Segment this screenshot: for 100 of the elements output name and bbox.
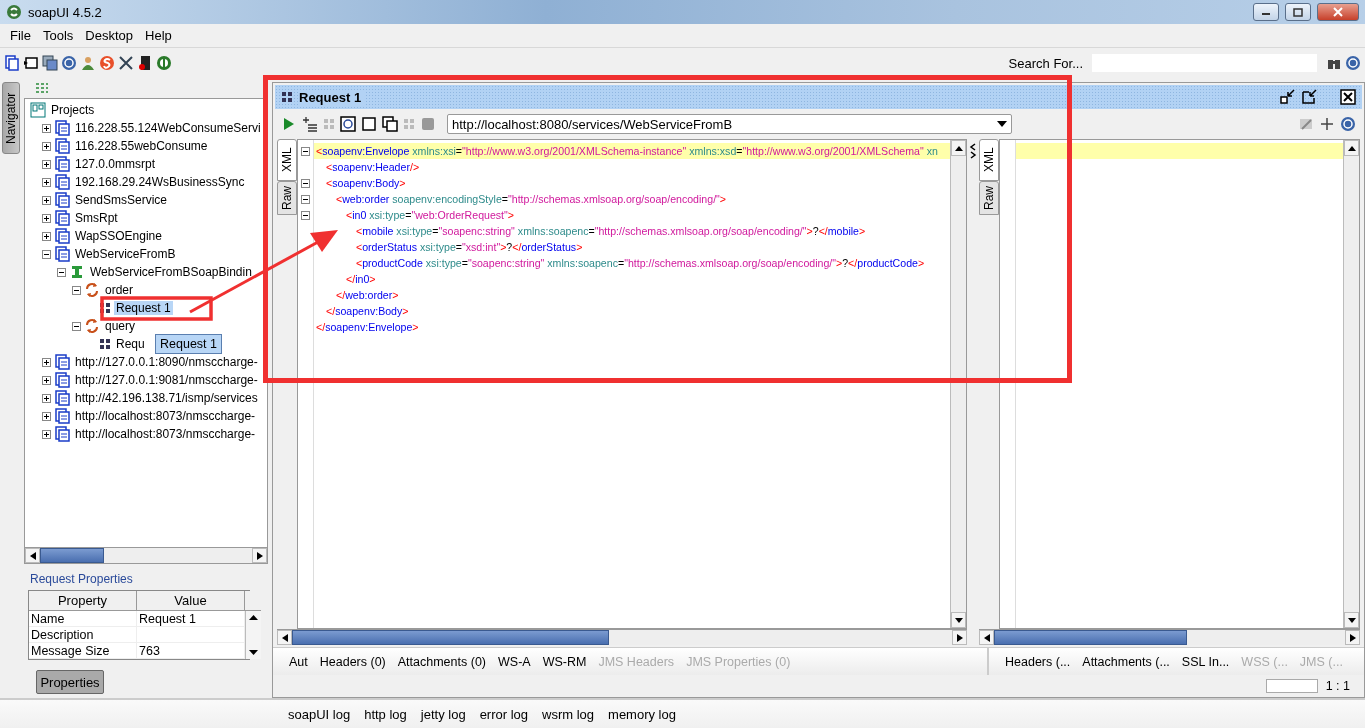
- log-tab[interactable]: jetty log: [420, 706, 466, 722]
- close-button[interactable]: [1317, 3, 1359, 21]
- expand-icon[interactable]: [42, 141, 51, 151]
- scroll-down-icon[interactable]: [954, 617, 963, 623]
- scroll-left-icon[interactable]: [281, 633, 288, 642]
- collapse-left-icon[interactable]: [969, 143, 977, 159]
- expand-icon[interactable]: [42, 177, 51, 187]
- scroll-right-icon[interactable]: [256, 551, 263, 560]
- vertical-scrollbar[interactable]: [950, 140, 966, 628]
- tree-item[interactable]: http://localhost:8073/nmsccharge-: [73, 409, 258, 423]
- expand-icon[interactable]: [42, 393, 51, 403]
- tree-item[interactable]: 116.228.55webConsume: [73, 139, 210, 153]
- scroll-right-icon[interactable]: [956, 633, 963, 642]
- copy-icon[interactable]: [382, 116, 398, 132]
- tree-item[interactable]: 192.168.29.24WsBusinessSync: [73, 175, 247, 189]
- tools-icon[interactable]: [118, 55, 134, 71]
- server-icon[interactable]: [137, 55, 153, 71]
- tree-item[interactable]: query: [103, 319, 138, 333]
- collapse-icon[interactable]: [72, 321, 81, 331]
- scroll-left-icon[interactable]: [29, 551, 36, 560]
- tree-item[interactable]: http://localhost:8073/nmsccharge-: [73, 427, 258, 441]
- tree-item[interactable]: Request 1: [114, 301, 173, 315]
- editor-tab[interactable]: Raw: [979, 181, 999, 215]
- add-line-icon[interactable]: [302, 116, 318, 132]
- menu-item[interactable]: Tools: [36, 28, 80, 43]
- tree-item[interactable]: 127.0.0mmsrpt: [73, 157, 158, 171]
- editor-tab[interactable]: Headers (0): [319, 654, 386, 669]
- tree-item[interactable]: Requ: [114, 337, 147, 351]
- plus-icon[interactable]: [1319, 116, 1335, 132]
- tree-item[interactable]: WebServiceFromBSoapBindin: [88, 265, 254, 279]
- expand-icon[interactable]: [42, 411, 51, 421]
- scroll-left-icon[interactable]: [983, 633, 990, 642]
- tree-item[interactable]: http://42.196.138.71/ismp/services: [73, 391, 260, 405]
- vertical-scrollbar[interactable]: [1343, 140, 1359, 628]
- log-tab[interactable]: http log: [364, 706, 407, 722]
- undock-icon[interactable]: [1302, 89, 1318, 105]
- scroll-right-icon[interactable]: [1349, 633, 1356, 642]
- tree-item[interactable]: WebServiceFromB: [73, 247, 178, 261]
- collapse-icon[interactable]: [57, 267, 66, 277]
- menu-item[interactable]: Help: [139, 28, 178, 43]
- log-tab[interactable]: memory log: [608, 706, 676, 722]
- expand-icon[interactable]: [42, 375, 51, 385]
- collapse-icon[interactable]: [72, 285, 81, 295]
- format-icon[interactable]: [1298, 116, 1314, 132]
- editor-tab[interactable]: WS-RM: [542, 654, 587, 669]
- xml-editor[interactable]: [297, 139, 967, 629]
- fold-icon[interactable]: [301, 146, 310, 156]
- list-icon[interactable]: [34, 80, 50, 96]
- menu-item[interactable]: Desktop: [79, 28, 139, 43]
- refresh-icon[interactable]: [340, 116, 356, 132]
- new-document-icon[interactable]: [4, 55, 20, 71]
- editor-tab[interactable]: Attachments (0): [397, 654, 486, 669]
- editor-tab[interactable]: Raw: [277, 181, 297, 215]
- expand-icon[interactable]: [42, 123, 51, 133]
- navigator-tab[interactable]: Navigator: [2, 82, 20, 154]
- editor-tab[interactable]: WS-A: [498, 654, 531, 669]
- editor-tab[interactable]: XML: [277, 139, 297, 181]
- logo-icon[interactable]: [99, 55, 115, 71]
- tree-item[interactable]: http://127.0.0.1:8090/nmsccharge-: [73, 355, 260, 369]
- editor-tab[interactable]: XML: [979, 139, 999, 181]
- scroll-down-icon[interactable]: [1347, 617, 1356, 623]
- expand-icon[interactable]: [42, 429, 51, 439]
- close-icon[interactable]: [1340, 89, 1356, 105]
- expand-icon[interactable]: [42, 357, 51, 367]
- user-icon[interactable]: [80, 55, 96, 71]
- properties-button[interactable]: Properties: [36, 670, 104, 694]
- vertical-scrollbar[interactable]: [245, 611, 261, 659]
- fold-icon[interactable]: [301, 178, 310, 188]
- maximize-button[interactable]: [1285, 3, 1311, 21]
- log-tab[interactable]: wsrm log: [542, 706, 595, 722]
- tree-item[interactable]: http://127.0.0.1:9081/nmsccharge-: [73, 373, 260, 387]
- tree-item[interactable]: Projects: [49, 103, 97, 117]
- scroll-up-icon[interactable]: [1347, 145, 1356, 151]
- editor-tab[interactable]: SSL In...: [1181, 654, 1230, 669]
- square-icon[interactable]: [361, 116, 377, 132]
- help-icon[interactable]: [61, 55, 77, 71]
- endpoint-dropdown[interactable]: http://localhost:8080/services/WebServiceFromB: [447, 114, 1012, 134]
- save-icon[interactable]: [42, 55, 58, 71]
- tree-item[interactable]: SmsRpt: [73, 211, 120, 225]
- tree-item[interactable]: WapSSOEngine: [73, 229, 164, 243]
- scroll-up-icon[interactable]: [954, 145, 963, 151]
- editor-tab[interactable]: Aut: [289, 654, 308, 669]
- import-icon[interactable]: [23, 55, 39, 71]
- horizontal-scrollbar[interactable]: [277, 629, 967, 645]
- fold-icon[interactable]: [301, 194, 310, 204]
- expand-icon[interactable]: [42, 159, 51, 169]
- fold-icon[interactable]: [301, 210, 310, 220]
- tree-item[interactable]: SendSmsService: [73, 193, 170, 207]
- globe-icon[interactable]: [156, 55, 172, 71]
- help-icon[interactable]: [1340, 116, 1356, 132]
- collapse-icon[interactable]: [42, 249, 51, 259]
- horizontal-scrollbar[interactable]: [979, 629, 1360, 645]
- tree-item[interactable]: order: [103, 283, 135, 297]
- tree-item[interactable]: 116.228.55.124WebConsumeServi: [73, 121, 263, 135]
- expand-icon[interactable]: [42, 231, 51, 241]
- expand-icon[interactable]: [42, 213, 51, 223]
- minimize-button[interactable]: [1253, 3, 1279, 21]
- dock-icon[interactable]: [1280, 89, 1296, 105]
- editor-tab[interactable]: Attachments (...: [1082, 654, 1170, 669]
- help-icon[interactable]: [1345, 55, 1361, 71]
